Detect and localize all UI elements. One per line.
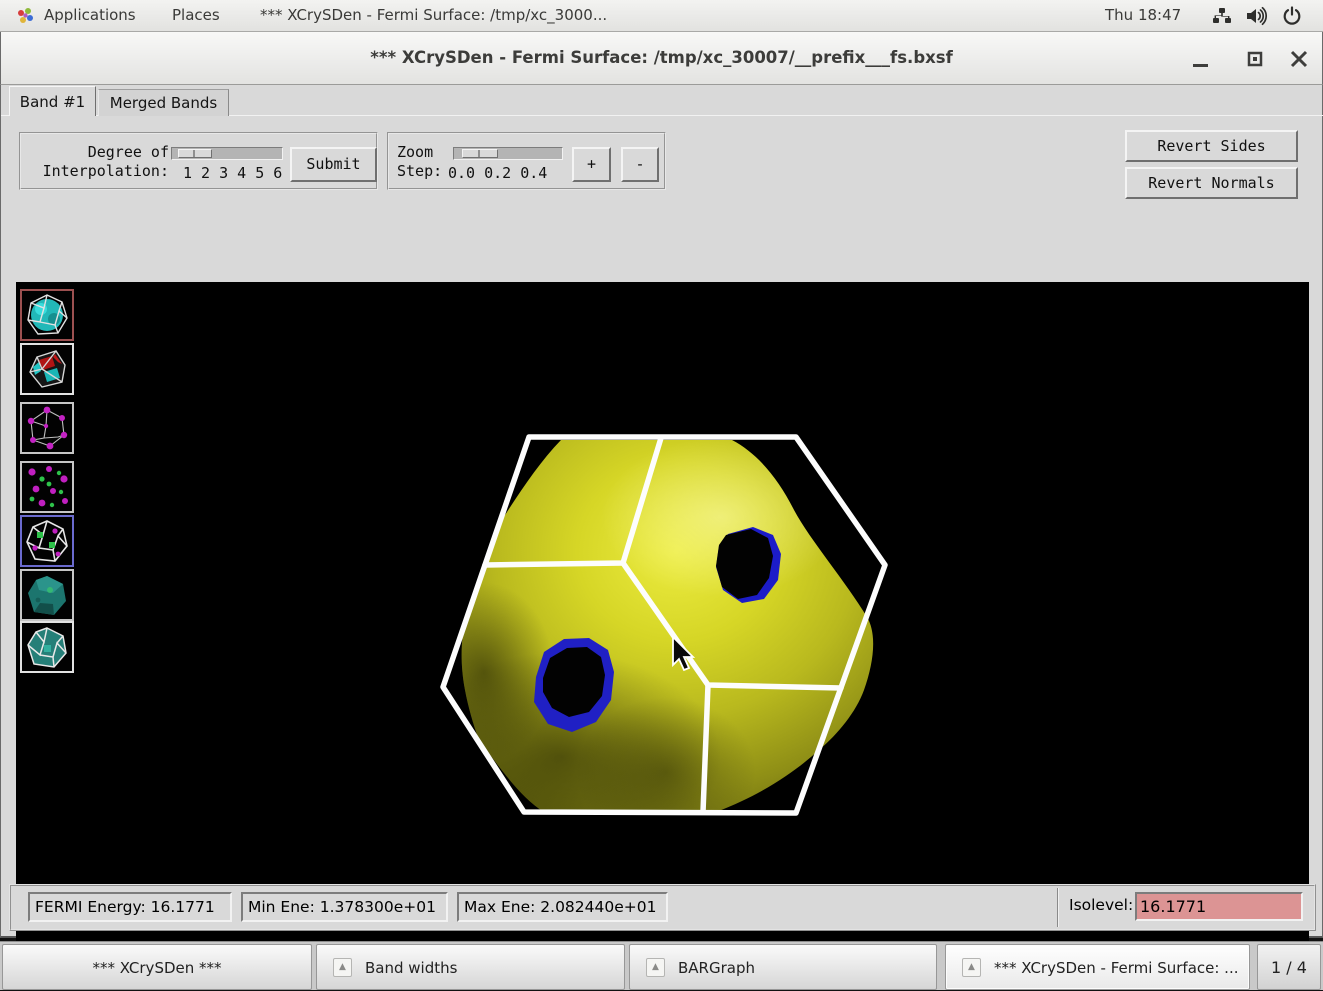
zoom-plus-button[interactable]: + bbox=[572, 147, 611, 182]
zoom-step-group: Zoom Step: 0.0 0.2 0.4 + - bbox=[387, 132, 666, 190]
interpolation-slider-handle[interactable] bbox=[178, 149, 212, 158]
status-bar: FERMI Energy: 16.1771 Min Ene: 1.378300e… bbox=[9, 884, 1316, 931]
window-title: *** XCrySDen - Fermi Surface: /tmp/xc_30… bbox=[1, 48, 1322, 67]
fermi-energy-readout: FERMI Energy: 16.1771 bbox=[28, 892, 232, 922]
isolevel-input[interactable] bbox=[1135, 892, 1303, 921]
xcrysden-window: Band #1 Merged Bands Degree of Interpola… bbox=[0, 85, 1323, 938]
zoom-step-slider-handle[interactable] bbox=[462, 149, 498, 158]
revert-normals-button[interactable]: Revert Normals bbox=[1125, 167, 1298, 199]
taskbar-item-bargraph[interactable]: ▲ BARGraph bbox=[629, 944, 937, 990]
zoom-step-slider[interactable] bbox=[453, 147, 563, 160]
fermi-surface-canvas[interactable] bbox=[16, 282, 1309, 966]
close-button[interactable] bbox=[1284, 44, 1314, 74]
window-icon: ▲ bbox=[962, 958, 981, 977]
workspace-pager[interactable]: 1 / 4 bbox=[1257, 944, 1321, 990]
taskbar-item-fermi-surface[interactable]: ▲ *** XCrySDen - Fermi Surface: ... bbox=[945, 944, 1250, 990]
submit-button[interactable]: Submit bbox=[290, 147, 377, 182]
zoom-step-label: Zoom Step: bbox=[397, 143, 449, 181]
zoom-minus-button[interactable]: - bbox=[621, 147, 659, 182]
min-energy-readout: Min Ene: 1.378300e+01 bbox=[241, 892, 448, 922]
maximize-button[interactable] bbox=[1240, 44, 1270, 74]
taskbar-item-xcrysden-main[interactable]: *** XCrySDen *** bbox=[2, 944, 312, 990]
interpolation-label: Degree of Interpolation: bbox=[25, 143, 169, 181]
applications-menu[interactable]: Applications bbox=[34, 0, 146, 31]
interpolation-slider[interactable] bbox=[171, 147, 283, 160]
panel-active-window-title[interactable]: *** XCrySDen - Fermi Surface: /tmp/xc_30… bbox=[250, 0, 617, 31]
window-titlebar[interactable]: *** XCrySDen - Fermi Surface: /tmp/xc_30… bbox=[0, 32, 1323, 85]
desktop-top-panel: Applications Places *** XCrySDen - Fermi… bbox=[0, 0, 1323, 32]
tab-band-1[interactable]: Band #1 bbox=[9, 86, 96, 116]
zoom-step-scale-ticks: 0.0 0.2 0.4 bbox=[448, 164, 547, 182]
interpolation-scale-ticks: 1 2 3 4 5 6 bbox=[183, 164, 282, 182]
tab-merged-bands[interactable]: Merged Bands bbox=[98, 89, 229, 116]
window-icon: ▲ bbox=[646, 958, 665, 977]
clock[interactable]: Thu 18:47 bbox=[1095, 0, 1191, 31]
window-icon: ▲ bbox=[333, 958, 352, 977]
places-menu[interactable]: Places bbox=[162, 0, 230, 31]
taskbar-item-band-widths[interactable]: ▲ Band widths bbox=[316, 944, 625, 990]
minimize-button[interactable] bbox=[1186, 44, 1216, 74]
revert-sides-button[interactable]: Revert Sides bbox=[1125, 130, 1298, 162]
fermi-surface-render bbox=[16, 282, 1309, 966]
taskbar: *** XCrySDen *** ▲ Band widths ▲ BARGrap… bbox=[0, 941, 1323, 990]
status-separator bbox=[1057, 888, 1059, 927]
max-energy-readout: Max Ene: 2.082440e+01 bbox=[457, 892, 668, 922]
interpolation-group: Degree of Interpolation: 1 2 3 4 5 6 Sub… bbox=[19, 132, 378, 190]
isolevel-label: Isolevel: bbox=[1069, 896, 1133, 914]
